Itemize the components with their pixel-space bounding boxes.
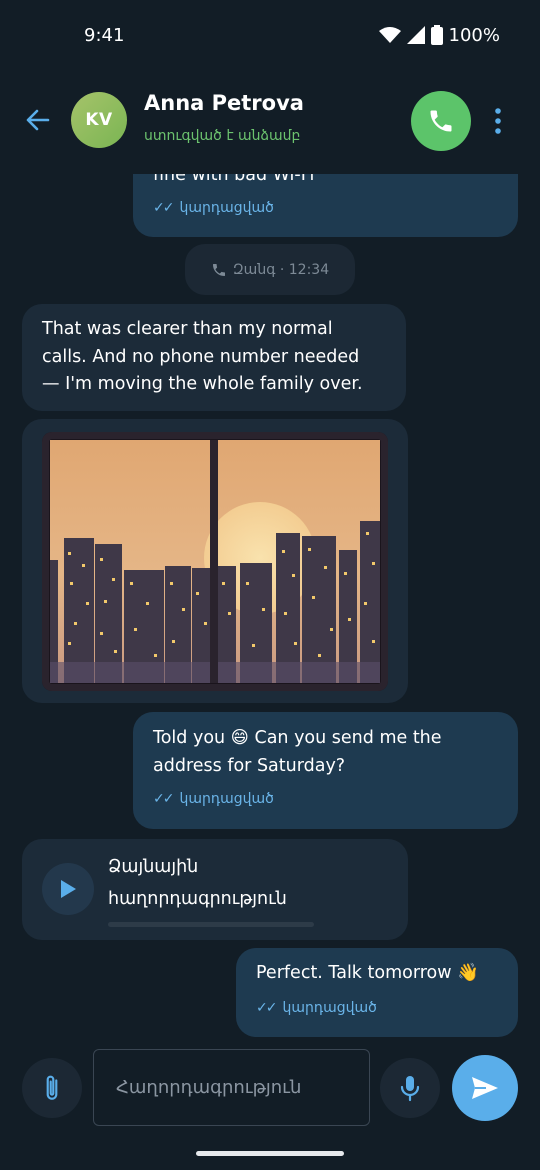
- voice-call-button[interactable]: [411, 91, 471, 151]
- message-bubble-outgoing[interactable]: Told you 😄 Can you send me the address f…: [133, 712, 518, 829]
- read-status: ✓✓ կարդացված: [256, 1000, 377, 1016]
- voice-play-button[interactable]: [42, 863, 94, 915]
- read-ticks-icon: ✓✓: [153, 200, 175, 216]
- paperclip-icon: [46, 1075, 58, 1100]
- home-indicator[interactable]: [196, 1151, 344, 1156]
- read-ticks-icon: ✓✓: [256, 1000, 278, 1016]
- more-options-icon[interactable]: [492, 108, 504, 134]
- read-status-label: կարդացված: [282, 1000, 377, 1016]
- read-ticks-icon: ✓✓: [153, 791, 175, 807]
- message-text: Told you 😄 Can you send me the address f…: [153, 728, 442, 776]
- message-bubble-incoming[interactable]: That was clearer than my normal calls. A…: [22, 304, 406, 411]
- microphone-icon: [400, 1076, 420, 1102]
- voice-record-button[interactable]: [380, 1058, 440, 1118]
- read-status-label: կարդացված: [179, 791, 274, 807]
- read-status-label: կարդացված: [179, 200, 274, 216]
- send-button[interactable]: [452, 1055, 518, 1121]
- voice-progress-bar[interactable]: [108, 922, 314, 927]
- photo-attachment[interactable]: [42, 432, 388, 691]
- contact-status: ստուգված է անձամբ: [144, 128, 301, 144]
- chat-header: KV Anna Petrova ստուգված է անձամբ: [0, 70, 540, 174]
- chat-area[interactable]: fine with bad Wi-Fi ✓✓ կարդացված Զանգ · 1…: [0, 0, 540, 1170]
- call-event-pill[interactable]: Զանգ · 12:34: [185, 244, 355, 295]
- read-status: ✓✓ կարդացված: [153, 791, 274, 807]
- phone-icon: [212, 263, 225, 276]
- message-input[interactable]: Հաղորդագրություն: [93, 1049, 370, 1126]
- avatar-initials: KV: [85, 110, 113, 130]
- message-text: Perfect. Talk tomorrow 👋: [256, 963, 479, 983]
- message-bubble-outgoing[interactable]: Perfect. Talk tomorrow 👋 ✓✓ կարդացված: [236, 948, 518, 1037]
- message-text: That was clearer than my normal calls. A…: [42, 319, 363, 394]
- message-input-placeholder: Հաղորդագրություն: [116, 1077, 302, 1098]
- read-status: ✓✓ կարդացված: [153, 200, 274, 216]
- voice-message-subtitle: հաղորդագրություն: [108, 889, 287, 909]
- back-arrow-icon[interactable]: [24, 106, 52, 134]
- attach-button[interactable]: [22, 1058, 82, 1118]
- send-icon: [472, 1077, 498, 1099]
- contact-avatar[interactable]: KV: [71, 92, 127, 148]
- call-event-label: Զանգ · 12:34: [232, 261, 330, 278]
- phone-icon: [430, 110, 452, 132]
- play-icon: [61, 880, 76, 898]
- voice-message-title: Ձայնային: [108, 857, 199, 877]
- contact-name[interactable]: Anna Petrova: [144, 91, 304, 115]
- city-sunset-photo: [42, 432, 388, 691]
